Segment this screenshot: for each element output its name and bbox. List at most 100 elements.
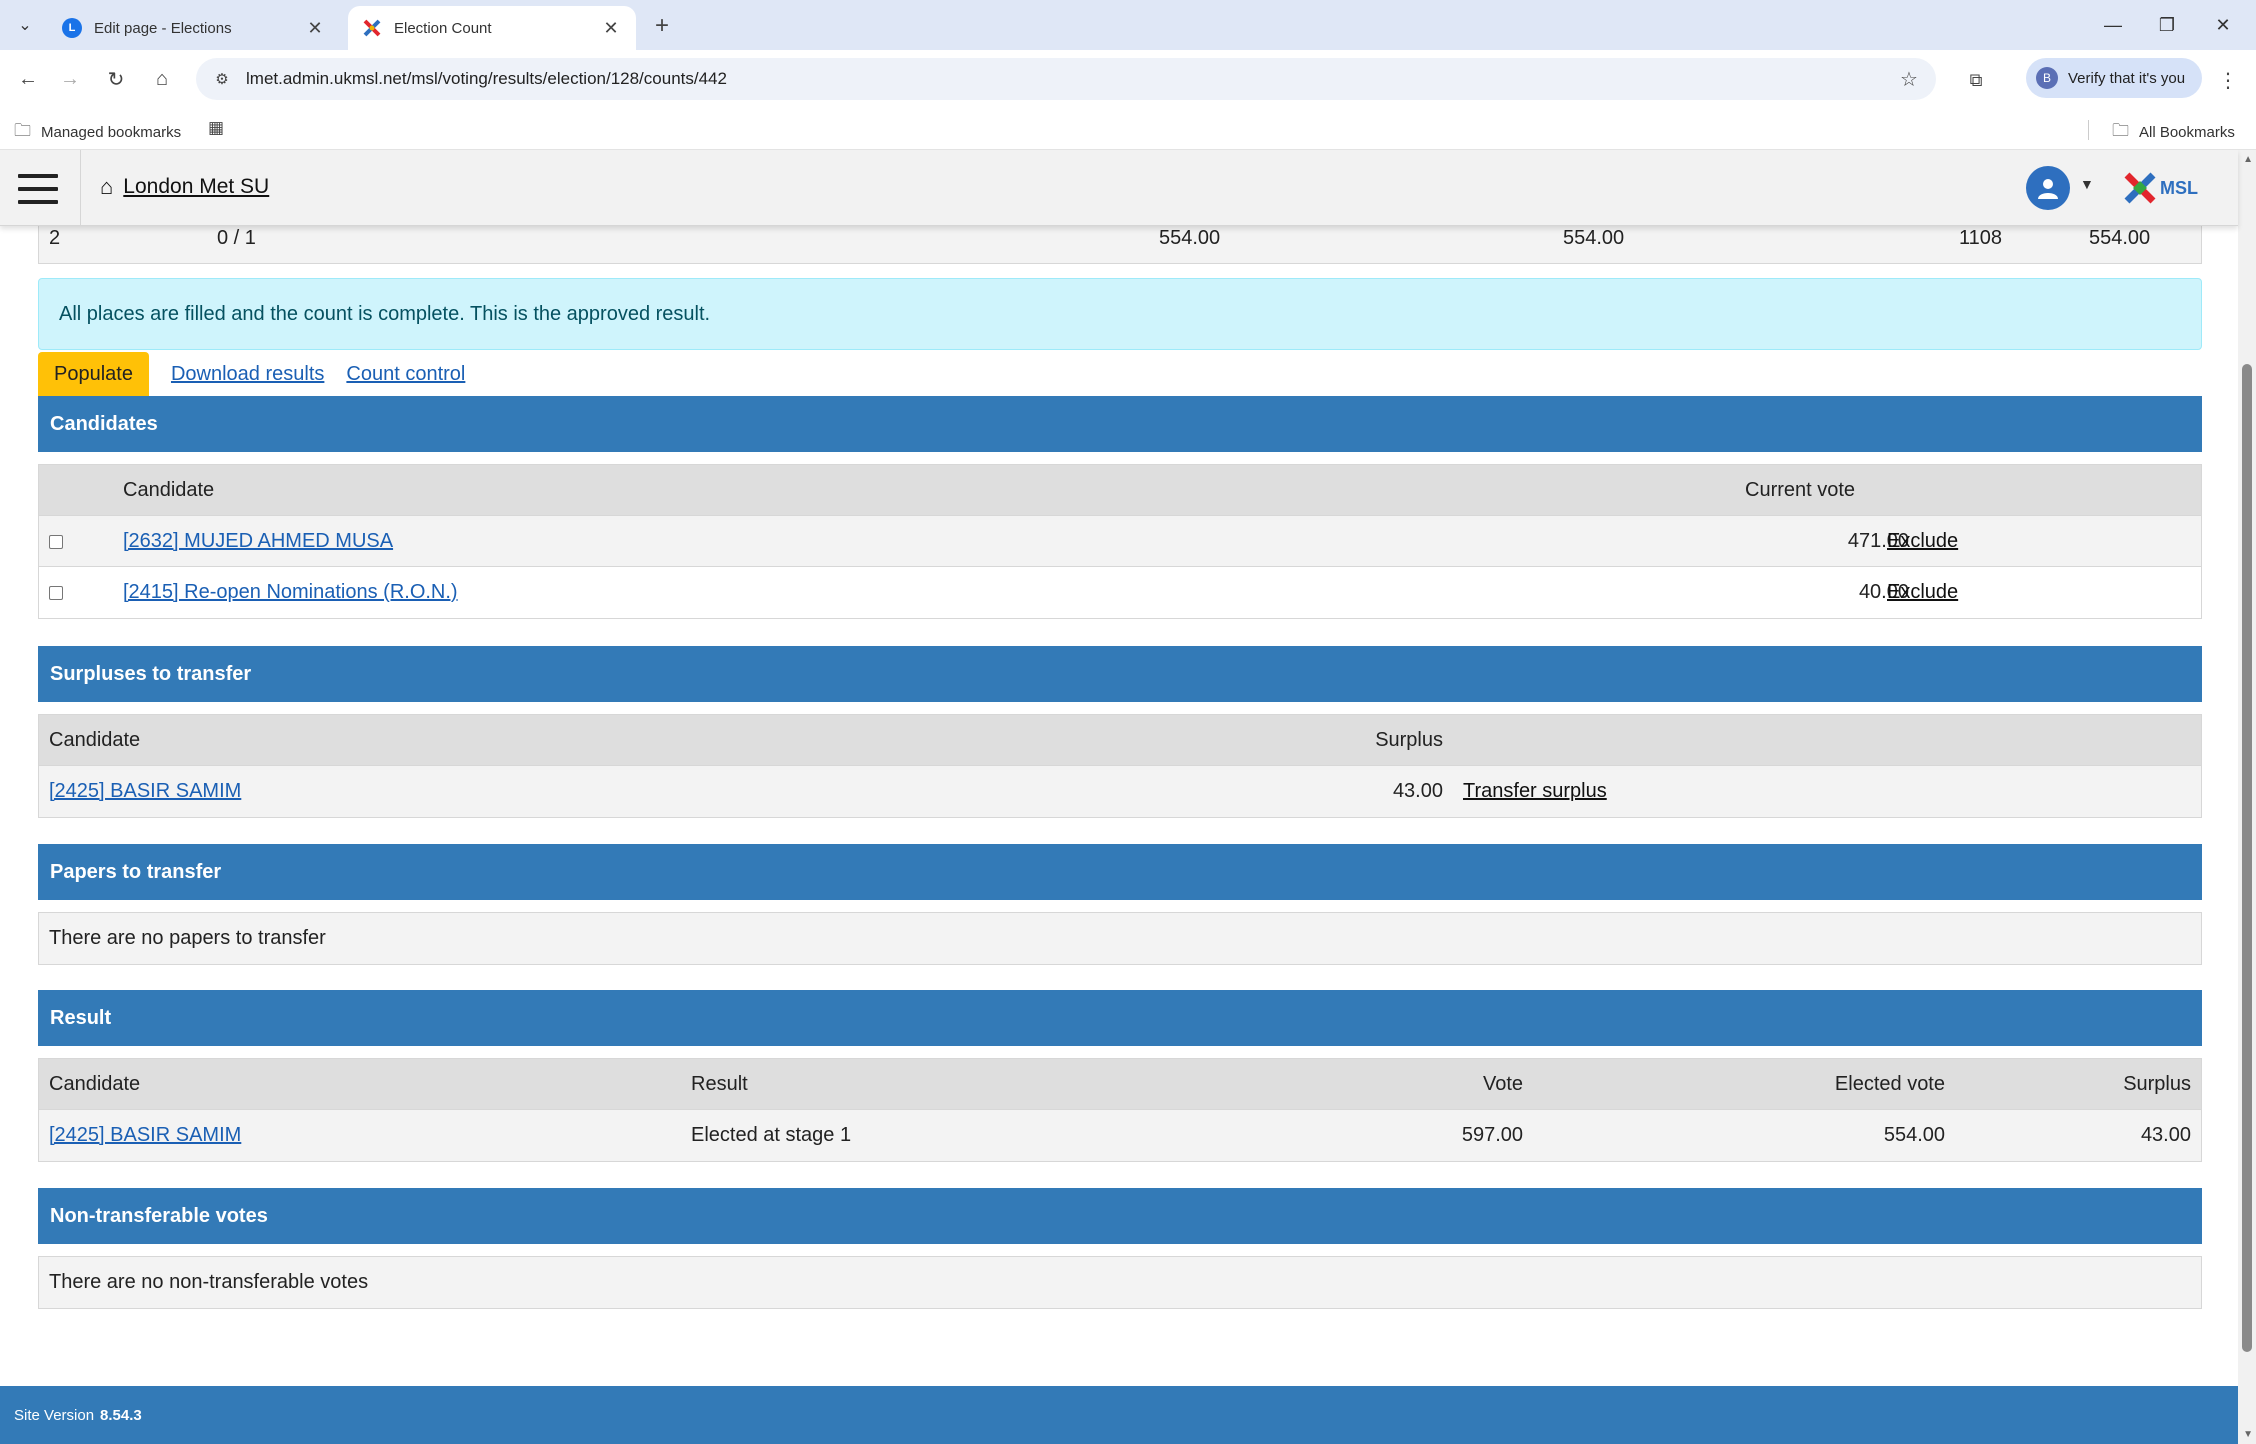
profile-icon: B xyxy=(2036,67,2058,89)
candidate-checkbox[interactable] xyxy=(49,516,63,567)
tab-close-icon[interactable]: ✕ xyxy=(304,17,326,39)
tab-search-icon[interactable]: ⌄ xyxy=(10,10,40,40)
download-results-link[interactable]: Download results xyxy=(171,363,324,386)
candidates-header: Candidates xyxy=(38,396,2202,452)
status-alert: All places are filled and the count is c… xyxy=(38,278,2202,350)
tab-close-icon[interactable]: ✕ xyxy=(600,17,622,39)
empty-row: There are no non-transferable votes xyxy=(39,1257,2201,1308)
exclude-link[interactable]: Exclude xyxy=(1887,567,1958,618)
folder-icon: 🗀 xyxy=(2112,121,2129,140)
apps-grid-icon[interactable]: ▦ xyxy=(208,118,234,138)
col-vote: Vote xyxy=(1482,1073,1523,1095)
col-candidate: Candidate xyxy=(49,729,141,751)
user-avatar-icon[interactable] xyxy=(2026,166,2070,210)
scroll-thumb[interactable] xyxy=(2242,364,2252,1352)
table-row: [2415] Re-open Nominations (R.O.N.) 40.0… xyxy=(39,567,2201,618)
candidate-link[interactable]: [2425] BASIR SAMIM xyxy=(49,766,241,817)
transfer-surplus-link[interactable]: Transfer surplus xyxy=(1463,766,1607,817)
user-menu-caret-icon[interactable]: ▼ xyxy=(2080,176,2094,192)
browser-menu-icon[interactable]: ⋮ xyxy=(2214,64,2242,96)
restore-icon[interactable]: ❐ xyxy=(2152,10,2182,40)
table-row: [2632] MUJED AHMED MUSA 471.00 Exclude xyxy=(39,516,2201,567)
forward-icon[interactable]: → xyxy=(54,63,86,95)
site-name: London Met SU xyxy=(123,175,270,198)
scroll-down-icon[interactable]: ▼ xyxy=(2243,1429,2253,1440)
candidate-link[interactable]: [2415] Re-open Nominations (R.O.N.) xyxy=(123,567,458,618)
site-settings-icon[interactable]: ⚙ xyxy=(210,67,234,91)
new-tab-icon[interactable]: + xyxy=(648,12,676,40)
populate-button[interactable]: Populate xyxy=(38,352,149,396)
url-text[interactable]: lmet.admin.ukmsl.net/msl/voting/results/… xyxy=(246,69,1894,89)
all-bookmarks[interactable]: 🗀 All Bookmarks xyxy=(2112,118,2235,147)
summary-value-1: 554.00 xyxy=(1159,227,1221,249)
surplus-value: 43.00 xyxy=(1392,780,1443,802)
col-elected-vote: Elected vote xyxy=(1834,1073,1945,1095)
count-actions: Populate Download results Count control xyxy=(38,352,465,396)
verify-identity-button[interactable]: B Verify that it's you xyxy=(2026,58,2202,98)
page-scrollbar[interactable]: ▲ ▼ xyxy=(2238,150,2256,1444)
page-viewport: ⌂ London Met SU ▼ MSL 2 0 / 1 554.00 554… xyxy=(0,150,2256,1444)
bookmark-divider xyxy=(2088,120,2089,140)
browser-toolbar: ← → ↻ ⌂ ⚙ lmet.admin.ukmsl.net/msl/votin… xyxy=(0,50,2256,108)
exclude-link[interactable]: Exclude xyxy=(1887,516,1958,567)
col-candidate: Candidate xyxy=(123,479,215,501)
summary-value-3: 1108 xyxy=(1959,227,2003,249)
col-current-vote: Current vote xyxy=(1745,479,1856,501)
nontransferable-header: Non-transferable votes xyxy=(38,1188,2202,1244)
col-result: Result xyxy=(691,1073,748,1095)
browser-tab-bar: ⌄ L Edit page - Elections ✕ Election Cou… xyxy=(0,0,2256,50)
tab-election-count[interactable]: Election Count ✕ xyxy=(348,6,636,50)
candidate-vote: 471.00 xyxy=(1847,530,1909,552)
count-control-link[interactable]: Count control xyxy=(346,363,465,386)
site-version: 8.54.3 xyxy=(100,1406,142,1424)
col-candidate: Candidate xyxy=(49,1073,141,1095)
candidate-link[interactable]: [2632] MUJED AHMED MUSA xyxy=(123,516,393,567)
bookmark-star-icon[interactable]: ☆ xyxy=(1894,67,1924,92)
house-icon: ⌂ xyxy=(100,174,114,199)
papers-header: Papers to transfer xyxy=(38,844,2202,900)
logo-text: MSL xyxy=(2160,177,2198,198)
hamburger-menu-icon[interactable] xyxy=(18,174,58,204)
col-surplus: Surplus xyxy=(2123,1073,2191,1095)
vote-value: 597.00 xyxy=(1461,1124,1523,1146)
scroll-up-icon[interactable]: ▲ xyxy=(2243,154,2253,165)
table-header-row: Candidate Current vote xyxy=(39,465,2201,516)
papers-table: There are no papers to transfer xyxy=(38,912,2202,965)
all-bookmarks-label: All Bookmarks xyxy=(2139,124,2235,141)
site-footer: Site Version 8.54.3 xyxy=(0,1386,2238,1444)
table-row: [2425] BASIR SAMIM Elected at stage 1 59… xyxy=(39,1110,2201,1161)
msl-logo: MSL xyxy=(2122,168,2206,208)
candidate-link[interactable]: [2425] BASIR SAMIM xyxy=(49,1110,241,1161)
empty-row: There are no papers to transfer xyxy=(39,913,2201,964)
elected-vote-value: 554.00 xyxy=(1883,1124,1945,1146)
tab-edit-page[interactable]: L Edit page - Elections ✕ xyxy=(48,6,340,50)
extensions-icon[interactable]: ⧉ xyxy=(1960,64,1992,96)
result-header: Result xyxy=(38,990,2202,1046)
summary-value-2: 554.00 xyxy=(1563,227,1625,249)
table-header-row: Candidate Surplus xyxy=(39,715,2201,766)
address-bar[interactable]: ⚙ lmet.admin.ukmsl.net/msl/voting/result… xyxy=(196,58,1936,100)
home-link[interactable]: ⌂ London Met SU xyxy=(100,174,269,200)
home-icon[interactable]: ⌂ xyxy=(146,63,178,95)
back-icon[interactable]: ← xyxy=(12,63,44,95)
nontransferable-table: There are no non-transferable votes xyxy=(38,1256,2202,1309)
surpluses-header: Surpluses to transfer xyxy=(38,646,2202,702)
reload-icon[interactable]: ↻ xyxy=(100,63,132,95)
tab-title: Edit page - Elections xyxy=(94,19,232,37)
summary-value-4: 554.00 xyxy=(2089,227,2151,249)
table-header-row: Candidate Result Vote Elected vote Surpl… xyxy=(39,1059,2201,1110)
papers-empty-text: There are no papers to transfer xyxy=(49,927,326,949)
result-text: Elected at stage 1 xyxy=(691,1124,852,1146)
header-divider xyxy=(80,150,81,226)
bookmarks-bar: 🗀 Managed bookmarks ▦ 🗀 All Bookmarks xyxy=(0,108,2256,150)
verify-label: Verify that it's you xyxy=(2068,69,2186,87)
tab-favicon-l-icon: L xyxy=(62,18,82,38)
managed-bookmarks[interactable]: 🗀 Managed bookmarks xyxy=(14,118,181,147)
table-row: [2425] BASIR SAMIM 43.00 Transfer surplu… xyxy=(39,766,2201,817)
candidates-table: Candidate Current vote [2632] MUJED AHME… xyxy=(38,464,2202,619)
tab-title: Election Count xyxy=(394,19,492,37)
close-window-icon[interactable]: ✕ xyxy=(2208,10,2238,40)
candidate-checkbox[interactable] xyxy=(49,567,63,618)
minimize-icon[interactable]: — xyxy=(2098,10,2128,40)
surplus-value: 43.00 xyxy=(2140,1124,2191,1146)
